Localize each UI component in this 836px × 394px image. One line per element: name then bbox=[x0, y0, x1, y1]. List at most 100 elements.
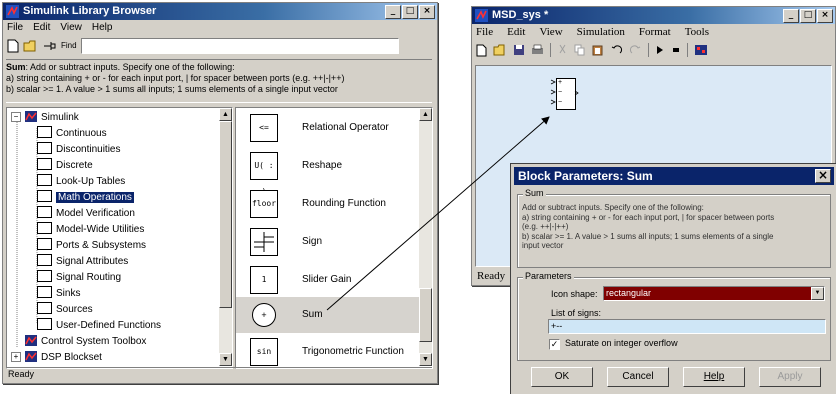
scroll-down-arrow-icon[interactable]: ▼ bbox=[219, 353, 232, 366]
block-label: Reshape bbox=[302, 160, 343, 171]
sublibrary-icon bbox=[37, 222, 52, 235]
tree-item-math-operations[interactable]: Math Operations bbox=[37, 190, 134, 206]
maximize-button[interactable]: □ bbox=[800, 9, 816, 23]
tree-item-discrete[interactable]: Discrete bbox=[37, 158, 93, 174]
paste-icon[interactable] bbox=[592, 44, 604, 56]
tree-item-user-defined-functions[interactable]: User-Defined Functions bbox=[37, 318, 161, 334]
tree-item-model-verification[interactable]: Model Verification bbox=[37, 206, 135, 222]
tree-item-label: Continuous bbox=[56, 128, 107, 139]
scroll-up-arrow-icon[interactable]: ▲ bbox=[419, 108, 432, 121]
block-rounding-function[interactable]: floor Rounding Function bbox=[236, 186, 432, 222]
library-tree-pane[interactable]: − Simulink Continuous Discontinuities Dis… bbox=[6, 107, 233, 369]
tree-item-signal-routing[interactable]: Signal Routing bbox=[37, 270, 121, 286]
start-simulation-icon[interactable] bbox=[655, 44, 665, 56]
sign-block-icon bbox=[250, 228, 278, 256]
stop-simulation-icon[interactable] bbox=[671, 44, 681, 56]
minimize-button[interactable]: _ bbox=[385, 5, 401, 19]
tree-item-sinks[interactable]: Sinks bbox=[37, 286, 80, 302]
dialog-titlebar[interactable]: Block Parameters: Sum × bbox=[514, 167, 834, 185]
scroll-up-arrow-icon[interactable]: ▲ bbox=[219, 108, 232, 121]
block-trigonometric-function[interactable]: sin Trigonometric Function bbox=[236, 334, 432, 368]
close-button[interactable]: × bbox=[419, 5, 435, 19]
tree-expand-toggle[interactable]: + bbox=[11, 352, 21, 363]
tree-item-lookup-tables[interactable]: Look-Up Tables bbox=[37, 174, 125, 190]
ok-button[interactable]: OK bbox=[531, 367, 593, 387]
tree-root-simulink[interactable]: − Simulink bbox=[11, 110, 79, 126]
library-browser-icon[interactable] bbox=[694, 44, 708, 56]
saturate-checkbox[interactable]: ✓ bbox=[549, 339, 560, 350]
library-browser-titlebar[interactable]: Simulink Library Browser _ □ × bbox=[3, 3, 437, 20]
tree-item-ports-subsystems[interactable]: Ports & Subsystems bbox=[37, 238, 146, 254]
saturate-label: Saturate on integer overflow bbox=[565, 338, 678, 348]
sublibrary-icon bbox=[37, 270, 52, 283]
menu-format[interactable]: Format bbox=[639, 24, 671, 40]
tree-item-label: Signal Routing bbox=[56, 272, 122, 283]
pin-icon[interactable] bbox=[43, 39, 57, 53]
sublibrary-icon bbox=[37, 142, 52, 155]
list-of-signs-input[interactable]: +-- bbox=[548, 319, 826, 334]
icon-shape-label: Icon shape: bbox=[551, 289, 598, 299]
tree-root-control-system-toolbox[interactable]: Control System Toolbox bbox=[25, 334, 146, 350]
menu-file[interactable]: File bbox=[476, 24, 493, 40]
sum-glyph: + bbox=[261, 310, 267, 320]
menu-file[interactable]: File bbox=[7, 20, 23, 36]
cut-icon[interactable] bbox=[557, 44, 568, 56]
tree-item-signal-attributes[interactable]: Signal Attributes bbox=[37, 254, 128, 270]
block-list-pane[interactable]: <= Relational Operator U( : ) Reshape fl… bbox=[235, 107, 433, 369]
icon-shape-value: rectangular bbox=[606, 288, 652, 298]
block-sum[interactable]: + Sum bbox=[236, 297, 432, 333]
tree-item-discontinuities[interactable]: Discontinuities bbox=[37, 142, 120, 158]
print-icon[interactable] bbox=[531, 44, 544, 56]
block-relational-operator[interactable]: <= Relational Operator bbox=[236, 110, 432, 146]
block-slider-gain[interactable]: 1 Slider Gain bbox=[236, 262, 432, 298]
tree-scrollbar[interactable]: ▲ ▼ bbox=[219, 108, 232, 366]
scroll-thumb[interactable] bbox=[219, 121, 232, 308]
undo-icon[interactable] bbox=[610, 44, 623, 56]
dialog-close-button[interactable]: × bbox=[815, 169, 831, 183]
find-input[interactable] bbox=[80, 38, 399, 54]
redo-icon[interactable] bbox=[629, 44, 642, 56]
tree-item-label: Signal Attributes bbox=[56, 256, 129, 267]
menu-edit[interactable]: Edit bbox=[507, 24, 525, 40]
open-icon[interactable] bbox=[493, 44, 507, 56]
help-button[interactable]: Help bbox=[683, 367, 745, 387]
apply-button[interactable]: Apply bbox=[759, 367, 821, 387]
dialog-description-line: input vector bbox=[522, 241, 564, 250]
model-titlebar[interactable]: MSD_sys * _ □ × bbox=[472, 7, 835, 24]
menu-help[interactable]: Help bbox=[92, 20, 113, 36]
scroll-thumb[interactable] bbox=[419, 288, 432, 342]
maximize-button[interactable]: □ bbox=[402, 5, 418, 19]
close-button[interactable]: × bbox=[817, 9, 833, 23]
tree-collapse-toggle[interactable]: − bbox=[11, 112, 21, 123]
tree-item-model-wide-utilities[interactable]: Model-Wide Utilities bbox=[37, 222, 144, 238]
block-label: Sum bbox=[302, 309, 323, 320]
new-model-icon[interactable] bbox=[7, 39, 19, 53]
menu-simulation[interactable]: Simulation bbox=[577, 24, 625, 40]
block-icon: <= bbox=[250, 114, 278, 142]
tree-root-dsp-blockset[interactable]: + DSP Blockset bbox=[11, 350, 102, 366]
block-icon: floor bbox=[250, 190, 278, 218]
icon-shape-select[interactable]: rectangular ▼ bbox=[603, 286, 825, 301]
tree-item-sources[interactable]: Sources bbox=[37, 302, 93, 318]
block-label: Relational Operator bbox=[302, 122, 389, 133]
scroll-down-arrow-icon[interactable]: ▼ bbox=[419, 353, 432, 366]
tree-item-label: Look-Up Tables bbox=[56, 176, 126, 187]
minimize-button[interactable]: _ bbox=[783, 9, 799, 23]
tree-item-continuous[interactable]: Continuous bbox=[37, 126, 107, 142]
cancel-button[interactable]: Cancel bbox=[607, 367, 669, 387]
menu-edit[interactable]: Edit bbox=[33, 20, 50, 36]
parameters-group-label: Parameters bbox=[523, 271, 574, 281]
menu-view[interactable]: View bbox=[60, 20, 82, 36]
model-status-text: Ready bbox=[477, 270, 506, 282]
open-folder-icon[interactable] bbox=[23, 39, 39, 53]
block-sign[interactable]: Sign bbox=[236, 224, 432, 260]
save-icon[interactable] bbox=[513, 44, 525, 56]
menu-tools[interactable]: Tools bbox=[685, 24, 709, 40]
blocks-scrollbar[interactable]: ▲ ▼ bbox=[419, 108, 432, 366]
copy-icon[interactable] bbox=[574, 44, 586, 56]
new-icon[interactable] bbox=[476, 44, 487, 57]
block-reshape[interactable]: U( : ) Reshape bbox=[236, 148, 432, 196]
chevron-down-icon[interactable]: ▼ bbox=[811, 287, 824, 300]
block-label: Rounding Function bbox=[302, 198, 386, 209]
menu-view[interactable]: View bbox=[539, 24, 562, 40]
